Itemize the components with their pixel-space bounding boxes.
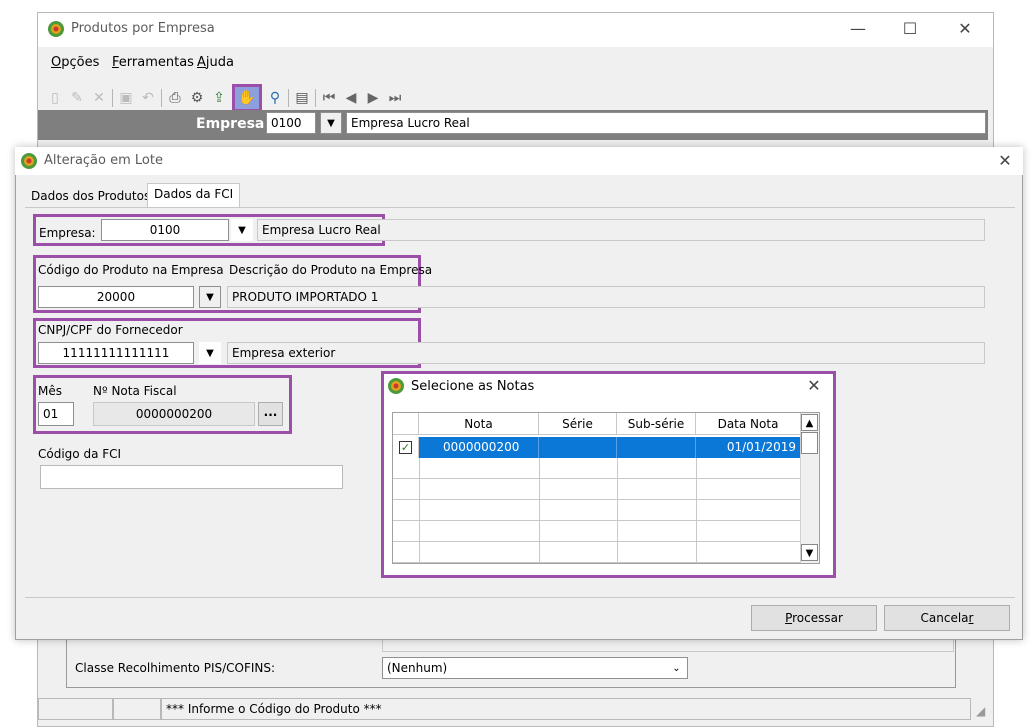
fornecedor-dropdown[interactable]: ▼ (199, 342, 221, 364)
properties-icon[interactable]: ▤ (293, 89, 311, 107)
chevron-down-icon: ▼ (327, 117, 335, 129)
empty-rows (393, 458, 800, 563)
status-message: *** Informe o Código do Produto *** (161, 698, 971, 720)
col-serie[interactable]: Série (539, 413, 617, 434)
nota-fiscal-label: Nº Nota Fiscal (93, 384, 177, 398)
scroll-up-button[interactable]: ▲ (801, 414, 818, 431)
main-window-title: Produtos por Empresa (71, 21, 215, 36)
cell-data-nota: 01/01/2019 (726, 440, 796, 454)
batch-change-icon[interactable]: ✋ (232, 84, 262, 112)
status-cell-1 (38, 698, 113, 720)
print-setup-icon[interactable]: ⚙ (188, 89, 206, 107)
toolbar-separator (161, 89, 162, 107)
classe-recolhimento-select[interactable]: (Nenhum) (382, 657, 688, 679)
notes-close-button[interactable]: ✕ (804, 378, 824, 394)
header-checkbox-col (393, 413, 419, 434)
scroll-thumb[interactable] (801, 432, 818, 454)
fornecedor-cnpj-input[interactable]: 11111111111111 (38, 342, 194, 364)
produto-code-label: Código do Produto na Empresa (38, 263, 224, 277)
cell-subserie (617, 437, 696, 458)
toolbar-separator (112, 89, 113, 107)
dialog-title: Alteração em Lote (44, 153, 163, 168)
fornecedor-name-field: Empresa exterior (227, 342, 985, 364)
print-icon[interactable]: ⎙ (166, 89, 184, 107)
next-record-icon[interactable]: ▶ (364, 89, 382, 107)
app-logo-icon (47, 20, 65, 38)
minimize-button[interactable]: — (848, 21, 868, 37)
mes-label: Mês (38, 384, 62, 398)
app-logo-icon (20, 152, 38, 170)
toolbar-separator (315, 89, 316, 107)
first-record-icon[interactable]: ⏮ (320, 89, 338, 107)
search-icon[interactable]: ⚲ (266, 89, 284, 107)
menu-opcoes[interactable]: Opções (51, 55, 99, 70)
maximize-button[interactable]: ☐ (900, 21, 920, 37)
chevron-down-icon: ▼ (206, 291, 214, 303)
notes-dialog-title: Selecione as Notas (411, 379, 535, 394)
col-nota[interactable]: Nota (419, 413, 539, 434)
prev-record-icon[interactable]: ◀ (342, 89, 360, 107)
row-checkbox[interactable]: ✓ (393, 437, 419, 458)
produto-description-field: PRODUTO IMPORTADO 1 (227, 286, 985, 308)
produto-dropdown[interactable]: ▼ (199, 286, 221, 308)
empresa-bar-label: Empresa (196, 116, 265, 132)
produto-desc-label: Descrição do Produto na Empresa (229, 263, 433, 277)
table-row[interactable]: ✓ 0000000200 01/01/2019 (393, 437, 800, 458)
empresa-bar-dropdown[interactable]: ▼ (320, 112, 342, 134)
browse-notas-button[interactable]: ... (258, 402, 283, 426)
save-icon[interactable]: ▣ (117, 89, 135, 107)
empresa-dropdown[interactable]: ▼ (231, 219, 253, 241)
processar-button[interactable]: Processar (751, 605, 877, 631)
app-logo-icon (387, 377, 405, 395)
grid-line (617, 458, 618, 563)
empresa-label: Empresa: (39, 226, 96, 240)
chevron-down-icon[interactable]: ⌄ (666, 658, 687, 678)
dialog-footer-divider (25, 597, 1015, 598)
toolbar-separator (288, 89, 289, 107)
menu-ferramentas[interactable]: Ferramentas (112, 55, 194, 70)
nota-fiscal-field: 0000000200 (93, 402, 255, 426)
cell-serie (539, 437, 617, 458)
menu-ajuda[interactable]: Ajuda (197, 55, 234, 70)
col-data-nota[interactable]: Data Nota (696, 413, 800, 434)
grid-line (419, 458, 420, 563)
tab-dados-fci[interactable]: Dados da FCI (147, 183, 241, 208)
grid-line (696, 458, 697, 563)
cell-nota: 0000000200 (419, 437, 539, 458)
status-cell-2 (113, 698, 161, 720)
fci-label: Código da FCI (38, 447, 122, 461)
close-button[interactable]: ✕ (955, 21, 975, 37)
grid-line (539, 458, 540, 563)
edit-icon[interactable]: ✎ (68, 89, 86, 107)
fci-input[interactable] (40, 465, 343, 489)
chevron-down-icon: ▼ (206, 347, 214, 359)
notes-grid-header: Nota Série Sub-série Data Nota (393, 413, 800, 435)
toolbar: ▯ ✎ ✕ ▣ ↶ ⎙ ⚙ ⇪ ✋ ⚲ ▤ ⏮ ◀ ▶ ⏭ (46, 84, 404, 112)
cancelar-button[interactable]: Cancelar (884, 605, 1010, 631)
col-subserie[interactable]: Sub-série (617, 413, 696, 434)
resize-grip-icon[interactable]: ◢ (976, 704, 985, 718)
scroll-down-button[interactable]: ▼ (801, 544, 818, 561)
classe-recolhimento-label: Classe Recolhimento PIS/COFINS: (75, 661, 276, 675)
dialog-close-button[interactable]: ✕ (995, 153, 1015, 169)
empresa-code-input[interactable]: 0100 (101, 219, 229, 241)
empresa-bar-name: Empresa Lucro Real (346, 112, 986, 134)
undo-icon[interactable]: ↶ (139, 89, 157, 107)
new-doc-icon[interactable]: ▯ (46, 89, 64, 107)
chevron-down-icon: ▼ (238, 224, 246, 236)
empresa-name-field: Empresa Lucro Real (257, 219, 985, 241)
delete-icon[interactable]: ✕ (90, 89, 108, 107)
checkbox-checked-icon: ✓ (399, 441, 412, 454)
dialog-title-bar[interactable] (15, 147, 1023, 175)
mes-input[interactable]: 01 (38, 402, 74, 426)
fornecedor-label: CNPJ/CPF do Fornecedor (38, 323, 183, 337)
last-record-icon[interactable]: ⏭ (386, 89, 404, 107)
export-icon[interactable]: ⇪ (210, 89, 228, 107)
produto-code-input[interactable]: 20000 (38, 286, 194, 308)
tab-dados-produtos[interactable]: Dados dos Produtos (25, 186, 156, 208)
empresa-bar-code-input[interactable]: 0100 (266, 112, 316, 134)
